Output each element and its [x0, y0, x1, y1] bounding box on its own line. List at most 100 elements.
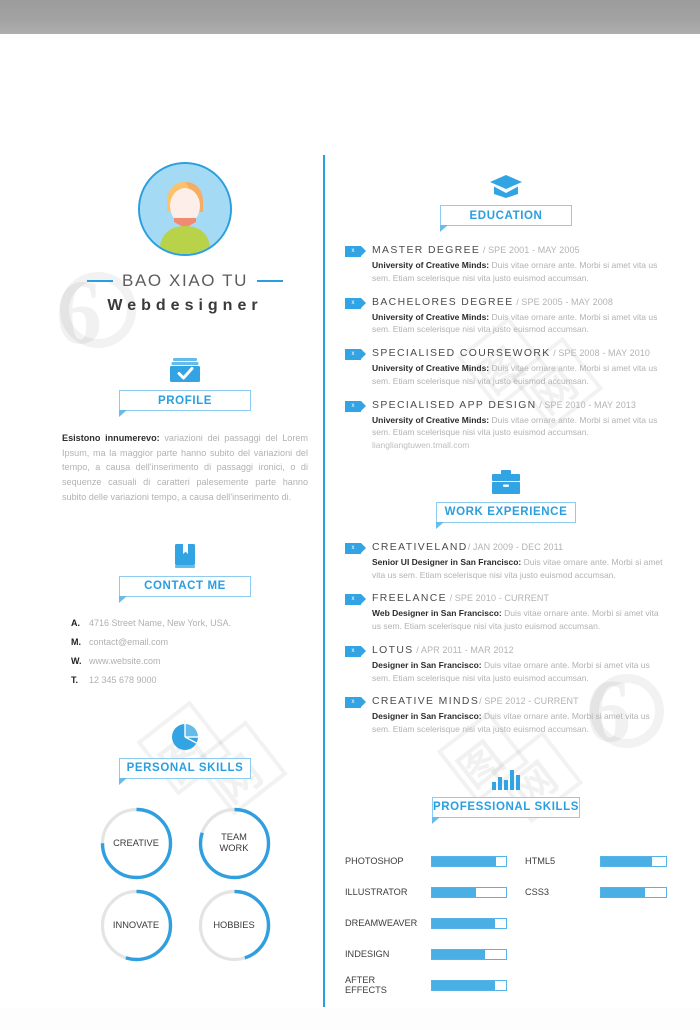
entry-title: MASTER DEGREE	[372, 245, 481, 256]
list-item: T. 12 345 678 9000	[62, 675, 308, 685]
entry-title-row: LOTUS / APR 2011 - MAR 2012	[372, 644, 667, 657]
resume-sheet: 6 图 网 图 网 6 图 网	[0, 34, 700, 1008]
skill-ring-hobbies: HOBBIES	[196, 887, 273, 964]
entry-org: University of Creative Minds:	[372, 414, 490, 425]
entry-title-row: BACHELORES DEGREE / SPE 2005 - MAY 2008	[372, 296, 667, 309]
contact-key: T.	[71, 674, 79, 685]
left-column: BAO XIAO TU Webdesigner PROFILE Esistono…	[62, 162, 308, 964]
profile-lead: Esistono innumerevo:	[62, 433, 160, 443]
skill-ring-innovate: INNOVATE	[98, 887, 175, 964]
entry-title: SPECIALISED APP DESIGN	[372, 399, 537, 411]
skill-bar-row: INDESIGN	[345, 939, 525, 970]
contact-key: M.	[71, 636, 81, 647]
avatar-illustration	[140, 164, 230, 254]
skill-progress-fill	[601, 856, 653, 866]
section-title-personal-skills: PERSONAL SKILLS	[126, 762, 244, 775]
right-column: EDUCATION x MASTER DEGREE / SPE 2001 - M…	[345, 174, 667, 1001]
entry-org: Senior UI Designer in San Francisco:	[372, 556, 522, 567]
entry-description: Web Designer in San Francisco: Duis vita…	[372, 607, 667, 633]
bottom-band	[0, 1008, 700, 1030]
entry-title: CREATIVE MINDS	[372, 696, 480, 708]
skill-bar-row: AFTER EFFECTS	[345, 970, 525, 1001]
entry-title: CREATIVELAND	[372, 541, 468, 553]
list-item: W. www.website.com	[62, 656, 308, 666]
entry-tag-icon: x	[345, 349, 366, 360]
skill-progress-track	[431, 855, 507, 867]
skill-label: DREAMWEAVER	[345, 917, 418, 928]
entry-tag-icon: x	[345, 542, 366, 554]
name-rule-right	[256, 280, 283, 282]
entry-meta: / SPE 2010 - CURRENT	[446, 593, 550, 604]
work-experience-entries: x CREATIVELAND/ JAN 2009 - DEC 2011 Seni…	[345, 541, 667, 736]
professional-skills-bars: PHOTOSHOP ILLUSTRATOR DREAMWEAVER INDESI…	[345, 846, 667, 1001]
entry-org: University of Creative Minds:	[372, 311, 490, 322]
contact-value-website[interactable]: www.website.com	[89, 656, 161, 666]
section-header-education: EDUCATION	[440, 205, 572, 232]
skill-label: CSS3	[525, 886, 550, 897]
entry-tag-icon: x	[345, 594, 366, 606]
skill-bar-row: HTML5	[525, 846, 667, 877]
section-title-contact: CONTACT ME	[144, 580, 226, 593]
list-item: x CREATIVELAND/ JAN 2009 - DEC 2011 Seni…	[345, 541, 667, 582]
skill-ring-creative: CREATIVE	[98, 805, 175, 882]
entry-org: Designer in San Francisco:	[372, 711, 482, 722]
column-divider	[323, 155, 325, 1007]
list-item: x LOTUS / APR 2011 - MAR 2012 Designer i…	[345, 644, 667, 685]
list-item: x FREELANCE / SPE 2010 - CURRENT Web Des…	[345, 592, 667, 633]
section-header-work-experience: WORK EXPERIENCE	[436, 501, 576, 529]
resume-page: 6 图 网 图 网 6 图 网	[0, 0, 700, 1030]
skill-progress-fill	[432, 918, 496, 928]
list-item: x MASTER DEGREE / SPE 2001 - MAY 2005 Un…	[345, 244, 667, 285]
entry-title-row: SPECIALISED APP DESIGN / SPE 2010 - MAY …	[372, 399, 667, 412]
profile-text: variazioni dei passaggi del Lorem Ipsum,…	[62, 433, 308, 502]
skill-bar-row: ILLUSTRATOR	[345, 877, 525, 908]
skill-bar-row: DREAMWEAVER	[345, 908, 525, 939]
entry-title-row: CREATIVE MINDS/ SPE 2012 - CURRENT	[372, 695, 667, 708]
graduation-cap-icon	[490, 175, 522, 198]
section-header-professional-skills: PROFESSIONAL SKILLS	[432, 796, 580, 824]
entry-tag-icon: x	[345, 400, 366, 412]
entry-title-row: FREELANCE / SPE 2010 - CURRENT	[372, 592, 667, 605]
skill-ring-label: INNOVATE	[112, 919, 160, 930]
entry-org: University of Creative Minds:	[372, 260, 490, 270]
skill-ring-label: CREATIVE	[113, 837, 159, 848]
skill-bar-row: PHOTOSHOP	[345, 846, 525, 877]
contact-value-phone: 12 345 678 9000	[89, 674, 157, 685]
skill-progress-track	[431, 917, 507, 929]
name-rule-left	[87, 280, 114, 282]
section-header-personal-skills: PERSONAL SKILLS	[119, 757, 251, 785]
folder-check-icon	[170, 358, 200, 382]
list-item: x SPECIALISED APP DESIGN / SPE 2010 - MA…	[345, 399, 667, 452]
entry-org: Designer in San Francisco:	[372, 659, 482, 670]
entry-description: Designer in San Francisco: Duis vitae or…	[372, 659, 667, 685]
skill-ring-label: HOBBIES	[213, 919, 255, 930]
pie-chart-icon	[172, 723, 198, 750]
list-item: M. contact@email.com	[62, 637, 308, 647]
job-title: Webdesigner	[107, 297, 263, 314]
contact-value-email[interactable]: contact@email.com	[89, 637, 168, 647]
section-title-education: EDUCATION	[469, 209, 543, 222]
skills-column-left: PHOTOSHOP ILLUSTRATOR DREAMWEAVER INDESI…	[345, 846, 525, 1001]
entry-meta: / JAN 2009 - DEC 2011	[467, 541, 564, 552]
entry-tag-icon: x	[345, 246, 366, 257]
entry-description: University of Creative Minds: Duis vitae…	[372, 414, 667, 440]
skills-column-right: HTML5 CSS3	[525, 846, 667, 1001]
skill-progress-track	[600, 886, 667, 898]
contact-section: CONTACT ME A. 4716 Street Name, New York…	[62, 543, 308, 685]
name-row: BAO XIAO TU	[62, 271, 308, 291]
entry-title: FREELANCE	[372, 593, 447, 605]
list-item: A. 4716 Street Name, New York, USA.	[62, 618, 308, 628]
entry-title-row: SPECIALISED COURSEWORK / SPE 2008 - MAY …	[372, 347, 667, 360]
skill-progress-fill	[601, 887, 647, 897]
section-title-profile: PROFILE	[157, 394, 213, 407]
personal-skills-rings: CREATIVE TEAM WORK INNOVATE HOBBIES	[62, 805, 308, 964]
entry-description: University of Creative Minds: Duis vitae…	[372, 362, 667, 388]
contact-key: A.	[71, 617, 80, 628]
list-item: x SPECIALISED COURSEWORK / SPE 2008 - MA…	[345, 347, 667, 388]
education-entries: x MASTER DEGREE / SPE 2001 - MAY 2005 Un…	[345, 244, 667, 452]
skill-ring-team-work: TEAM WORK	[196, 805, 273, 882]
skill-progress-track	[431, 979, 507, 991]
contact-value-address: 4716 Street Name, New York, USA.	[89, 617, 232, 628]
entry-extra-link[interactable]: liangliangtuwen.tmall.com	[372, 439, 667, 452]
skill-label: ILLUSTRATOR	[345, 886, 408, 897]
